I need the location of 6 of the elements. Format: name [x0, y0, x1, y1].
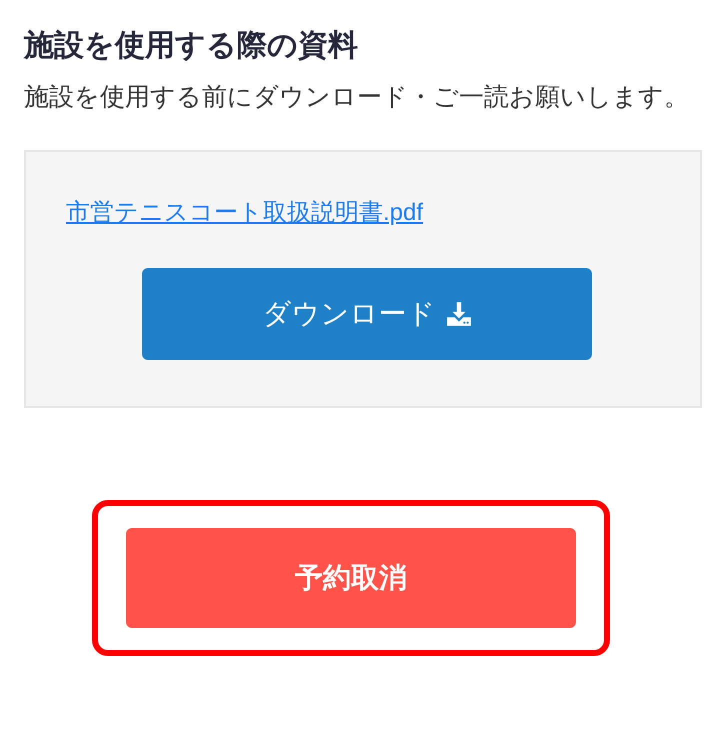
download-button[interactable]: ダウンロード	[142, 268, 592, 360]
description-text: 施設を使用する前にダウンロード・ご一読お願いします。	[24, 82, 690, 113]
download-icon	[446, 301, 472, 327]
pdf-link[interactable]: 市営テニスコート取扱説明書.pdf	[66, 196, 424, 228]
cancel-reservation-button[interactable]: 予約取消	[126, 528, 576, 628]
section-heading: 施設を使用する際の資料	[24, 28, 359, 64]
